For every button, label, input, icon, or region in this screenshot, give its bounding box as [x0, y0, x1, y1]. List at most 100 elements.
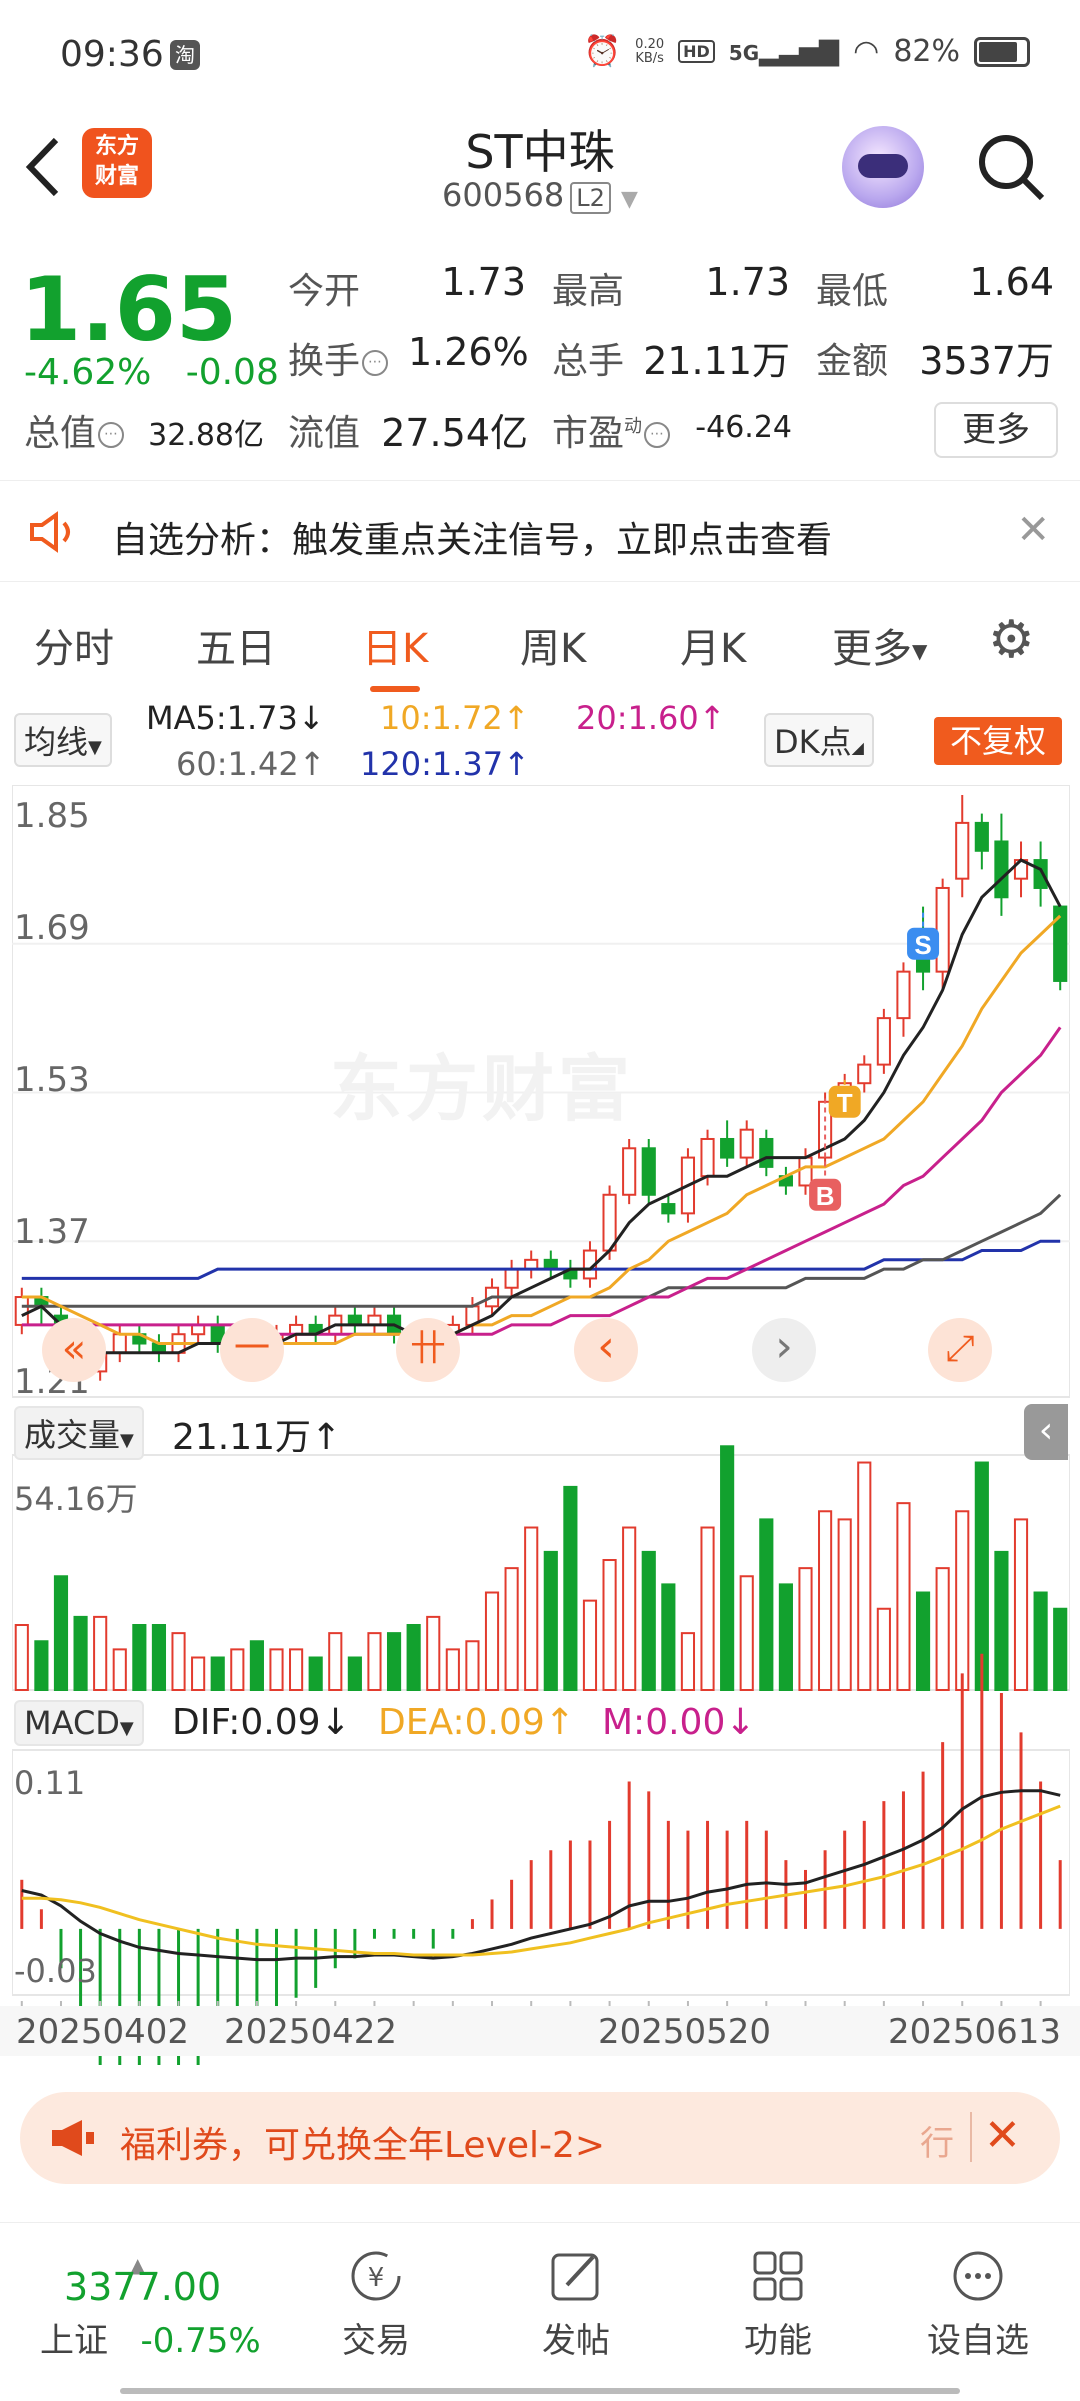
volume-bar	[484, 1591, 500, 1692]
mktcap-label: 总值 ⋯	[24, 404, 126, 456]
volume-bar	[896, 1502, 911, 1691]
candle-body	[955, 821, 970, 880]
battery-icon	[974, 36, 1030, 67]
volume-bar	[622, 1526, 637, 1692]
signal-marker-label: B	[816, 1181, 835, 1211]
zoom-in-button[interactable]: 卄	[396, 1318, 460, 1382]
volume-bar	[112, 1648, 127, 1692]
quote-panel: 1.65 -4.62% -0.08 今开 1.73 最高 1.73 最低 1.6…	[0, 240, 1080, 470]
promo-banner[interactable]: 福利券，可兑换全年Level-2> 行 ✕	[20, 2092, 1060, 2184]
notice-text: 自选分析：触发重点关注信号，立即点击查看	[112, 520, 833, 561]
pe-value: -46.24	[695, 410, 792, 445]
volume-bar	[426, 1615, 441, 1691]
index-ticker[interactable]: ▲ 3377.00 上证 -0.75%	[40, 2253, 261, 2362]
gear-icon[interactable]: ⚙	[988, 610, 1035, 670]
open-label: 今开	[288, 271, 361, 312]
macd-ytop: 0.11	[14, 1764, 86, 1802]
speaker-icon	[30, 511, 70, 553]
candle-body	[641, 1147, 656, 1196]
volume-bar	[386, 1632, 402, 1692]
zoom-out-button[interactable]: 一	[220, 1318, 284, 1382]
ma-legend: 均线▼ MA5:1.73↓ 10:1.72↑ 20:1.60↑ 60:1.42↑…	[0, 695, 1080, 785]
volume-bar	[14, 1624, 29, 1691]
yen-icon: ¥	[349, 2249, 403, 2303]
candle-body	[504, 1268, 519, 1289]
prev-button[interactable]: ‹	[574, 1318, 638, 1382]
edit-icon	[549, 2249, 603, 2303]
volume-bar	[230, 1648, 245, 1692]
analysis-notice[interactable]: 自选分析：触发重点关注信号，立即点击查看 ✕	[0, 480, 1080, 582]
ma20-value: 20:1.60↑	[576, 699, 726, 737]
promo-close-icon[interactable]: ✕	[984, 2110, 1021, 2161]
pe-label: 市盈动 ⋯	[552, 404, 672, 456]
volume-selector[interactable]: 成交量▼	[14, 1406, 144, 1460]
dk-point-selector[interactable]: DK点◢	[764, 713, 874, 767]
grid-icon	[751, 2249, 805, 2303]
more-button[interactable]: 更多	[934, 402, 1058, 458]
price-change: -4.62% -0.08	[24, 352, 279, 393]
volume-bar	[955, 1510, 970, 1692]
more-icon	[951, 2249, 1005, 2303]
volume-bar	[582, 1599, 598, 1691]
volume-bar	[269, 1648, 284, 1692]
adjust-button[interactable]: 不复权	[934, 717, 1062, 765]
ma120-line	[21, 1239, 1061, 1280]
macd-selector[interactable]: MACD▼	[14, 1700, 144, 1746]
nav-trade-label: 交易	[342, 2321, 410, 2361]
tab-daily-k[interactable]: 日K	[362, 616, 428, 692]
volume-bar	[465, 1640, 480, 1692]
nav-functions[interactable]: 功能	[708, 2233, 848, 2362]
stock-header: 东方 财富 ST中珠 600568 L2 ▼	[0, 110, 1080, 230]
close-icon[interactable]: ✕	[1016, 507, 1050, 553]
last-price: 1.65	[20, 258, 238, 361]
wifi-icon: ◠	[853, 34, 880, 69]
tab-more[interactable]: 更多▼	[832, 616, 927, 674]
ylabel-3: 1.53	[14, 1060, 90, 1100]
ma5-value: MA5:1.73↓	[146, 699, 325, 737]
ma120-value: 120:1.37↑	[360, 745, 530, 783]
volume-bar	[406, 1624, 421, 1691]
nav-post[interactable]: 发帖	[506, 2233, 646, 2362]
tab-timeshare[interactable]: 分时	[34, 616, 114, 674]
macd-header: MACD▼ DIF:0.09↓ DEA:0.09↑ M:0.00↓	[0, 1698, 1080, 1754]
macd-border	[12, 1749, 1070, 1996]
tab-weekly-k[interactable]: 周K	[520, 616, 586, 674]
promo-trail: 行	[920, 2124, 954, 2164]
kline-nav: « 一 卄 ‹ › ⤢	[0, 1318, 1080, 1388]
turnover-label: 换手 ⋯	[288, 332, 390, 384]
assistant-robot-icon[interactable]	[842, 126, 924, 208]
svg-text:¥: ¥	[368, 2263, 385, 2293]
nav-trade[interactable]: ¥ 交易	[306, 2233, 446, 2362]
high-label: 最高	[552, 271, 625, 312]
volume-bar	[171, 1632, 186, 1692]
next-button[interactable]: ›	[752, 1318, 816, 1382]
nav-add-watchlist-label: 设自选	[927, 2321, 1029, 2361]
collapse-panel-icon[interactable]: ‹	[1024, 1404, 1068, 1460]
tab-five-day[interactable]: 五日	[196, 616, 276, 674]
low-label: 最低	[816, 271, 889, 312]
volume-bar	[308, 1656, 323, 1692]
macd-dif: DIF:0.09↓	[172, 1702, 351, 1743]
volume-bar	[739, 1575, 754, 1692]
tab-monthly-k[interactable]: 月K	[680, 616, 746, 674]
volume-bars	[12, 1445, 1070, 1692]
indicator-selector[interactable]: 均线▼	[14, 713, 112, 767]
candle-body	[974, 821, 989, 852]
search-icon[interactable]	[976, 132, 1048, 204]
nav-add-watchlist[interactable]: 设自选	[908, 2233, 1048, 2362]
volume-bar	[641, 1550, 656, 1691]
alarm-icon: ⏰	[583, 34, 622, 69]
volume-bar	[367, 1632, 382, 1692]
date-axis: 20250402 20250422 20250520 20250613	[0, 2006, 1080, 2056]
fullscreen-button[interactable]: ⤢	[928, 1318, 992, 1382]
volume-bar	[994, 1550, 1009, 1691]
rewind-button[interactable]: «	[42, 1318, 106, 1382]
macd-m: M:0.00↓	[602, 1702, 756, 1743]
volume-bar	[151, 1624, 167, 1691]
volume-bar	[602, 1559, 617, 1691]
net-speed: 0.20 KB/s	[635, 36, 665, 66]
volume-bar	[935, 1567, 950, 1692]
volume-value: 21.11万	[643, 339, 790, 383]
ylabel-4: 1.37	[14, 1212, 90, 1252]
volume-bar	[53, 1575, 69, 1692]
